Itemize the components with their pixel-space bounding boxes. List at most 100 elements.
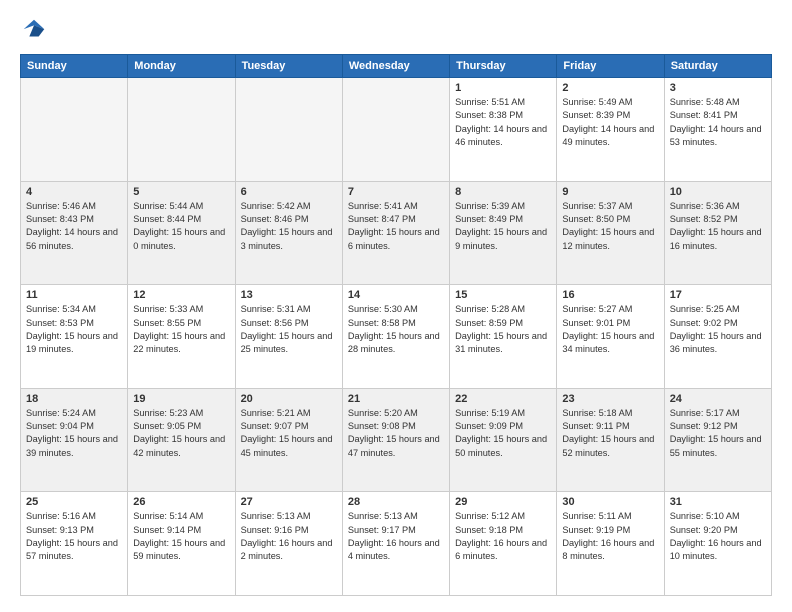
day-info: Sunrise: 5:36 AMSunset: 8:52 PMDaylight:… (670, 200, 766, 253)
table-row: 16 Sunrise: 5:27 AMSunset: 9:01 PMDayligh… (557, 285, 664, 389)
day-number: 14 (348, 289, 444, 301)
table-row: 11 Sunrise: 5:34 AMSunset: 8:53 PMDayligh… (21, 285, 128, 389)
header (20, 16, 772, 44)
day-number: 16 (562, 289, 658, 301)
day-number: 12 (133, 289, 229, 301)
day-info: Sunrise: 5:49 AMSunset: 8:39 PMDaylight:… (562, 96, 658, 149)
day-number: 7 (348, 186, 444, 198)
table-row: 7 Sunrise: 5:41 AMSunset: 8:47 PMDaylight… (342, 181, 449, 285)
table-row (235, 78, 342, 182)
day-number: 13 (241, 289, 337, 301)
day-number: 22 (455, 393, 551, 405)
day-info: Sunrise: 5:37 AMSunset: 8:50 PMDaylight:… (562, 200, 658, 253)
col-monday: Monday (128, 55, 235, 78)
col-wednesday: Wednesday (342, 55, 449, 78)
calendar-table: Sunday Monday Tuesday Wednesday Thursday… (20, 54, 772, 596)
table-row: 17Sunrise: 5:25 AMSunset: 9:02 PMDayligh… (664, 285, 771, 389)
day-info: Sunrise: 5:28 AMSunset: 8:59 PMDaylight:… (455, 303, 551, 356)
day-number: 1 (455, 82, 551, 94)
day-number: 23 (562, 393, 658, 405)
day-number: 20 (241, 393, 337, 405)
table-row: 3 Sunrise: 5:48 AMSunset: 8:41 PMDaylight… (664, 78, 771, 182)
day-info: Sunrise: 5:19 AMSunset: 9:09 PMDaylight:… (455, 407, 551, 460)
col-friday: Friday (557, 55, 664, 78)
table-row: 10 Sunrise: 5:36 AMSunset: 8:52 PMDayligh… (664, 181, 771, 285)
day-number: 2 (562, 82, 658, 94)
day-info: Sunrise: 5:51 AMSunset: 8:38 PMDaylight:… (455, 96, 551, 149)
day-info: Sunrise: 5:20 AMSunset: 9:08 PMDaylight:… (348, 407, 444, 460)
table-row: 19Sunrise: 5:23 AMSunset: 9:05 PMDayligh… (128, 388, 235, 492)
col-tuesday: Tuesday (235, 55, 342, 78)
calendar-week-row: 18Sunrise: 5:24 AMSunset: 9:04 PMDayligh… (21, 388, 772, 492)
calendar-week-row: 25Sunrise: 5:16 AMSunset: 9:13 PMDayligh… (21, 492, 772, 596)
day-number: 24 (670, 393, 766, 405)
table-row: 4Sunrise: 5:46 AMSunset: 8:43 PMDaylight… (21, 181, 128, 285)
table-row (21, 78, 128, 182)
day-info: Sunrise: 5:44 AMSunset: 8:44 PMDaylight:… (133, 200, 229, 253)
table-row: 21 Sunrise: 5:20 AMSunset: 9:08 PMDayligh… (342, 388, 449, 492)
table-row: 2 Sunrise: 5:49 AMSunset: 8:39 PMDaylight… (557, 78, 664, 182)
day-number: 6 (241, 186, 337, 198)
day-number: 29 (455, 496, 551, 508)
day-info: Sunrise: 5:46 AMSunset: 8:43 PMDaylight:… (26, 200, 122, 253)
day-info: Sunrise: 5:33 AMSunset: 8:55 PMDaylight:… (133, 303, 229, 356)
day-number: 31 (670, 496, 766, 508)
table-row: 31 Sunrise: 5:10 AMSunset: 9:20 PMDayligh… (664, 492, 771, 596)
day-info: Sunrise: 5:14 AMSunset: 9:14 PMDaylight:… (133, 510, 229, 563)
table-row (128, 78, 235, 182)
day-number: 21 (348, 393, 444, 405)
day-info: Sunrise: 5:13 AMSunset: 9:16 PMDaylight:… (241, 510, 337, 563)
calendar-week-row: 1 Sunrise: 5:51 AMSunset: 8:38 PMDaylight… (21, 78, 772, 182)
logo-icon (20, 16, 48, 44)
day-info: Sunrise: 5:41 AMSunset: 8:47 PMDaylight:… (348, 200, 444, 253)
table-row: 18Sunrise: 5:24 AMSunset: 9:04 PMDayligh… (21, 388, 128, 492)
day-info: Sunrise: 5:18 AMSunset: 9:11 PMDaylight:… (562, 407, 658, 460)
table-row: 23 Sunrise: 5:18 AMSunset: 9:11 PMDayligh… (557, 388, 664, 492)
table-row: 9 Sunrise: 5:37 AMSunset: 8:50 PMDaylight… (557, 181, 664, 285)
logo (20, 16, 52, 44)
table-row: 26Sunrise: 5:14 AMSunset: 9:14 PMDayligh… (128, 492, 235, 596)
table-row: 25Sunrise: 5:16 AMSunset: 9:13 PMDayligh… (21, 492, 128, 596)
table-row: 14 Sunrise: 5:30 AMSunset: 8:58 PMDayligh… (342, 285, 449, 389)
table-row: 15 Sunrise: 5:28 AMSunset: 8:59 PMDayligh… (450, 285, 557, 389)
table-row: 20 Sunrise: 5:21 AMSunset: 9:07 PMDayligh… (235, 388, 342, 492)
table-row: 24Sunrise: 5:17 AMSunset: 9:12 PMDayligh… (664, 388, 771, 492)
table-row: 5 Sunrise: 5:44 AMSunset: 8:44 PMDaylight… (128, 181, 235, 285)
day-number: 28 (348, 496, 444, 508)
day-number: 18 (26, 393, 122, 405)
calendar-header-row: Sunday Monday Tuesday Wednesday Thursday… (21, 55, 772, 78)
day-info: Sunrise: 5:31 AMSunset: 8:56 PMDaylight:… (241, 303, 337, 356)
day-number: 11 (26, 289, 122, 301)
day-info: Sunrise: 5:34 AMSunset: 8:53 PMDaylight:… (26, 303, 122, 356)
table-row: 27Sunrise: 5:13 AMSunset: 9:16 PMDayligh… (235, 492, 342, 596)
table-row: 29Sunrise: 5:12 AMSunset: 9:18 PMDayligh… (450, 492, 557, 596)
day-number: 5 (133, 186, 229, 198)
table-row: 12 Sunrise: 5:33 AMSunset: 8:55 PMDayligh… (128, 285, 235, 389)
calendar-week-row: 11 Sunrise: 5:34 AMSunset: 8:53 PMDayligh… (21, 285, 772, 389)
table-row: 1 Sunrise: 5:51 AMSunset: 8:38 PMDaylight… (450, 78, 557, 182)
day-number: 9 (562, 186, 658, 198)
day-number: 25 (26, 496, 122, 508)
table-row: 22 Sunrise: 5:19 AMSunset: 9:09 PMDayligh… (450, 388, 557, 492)
day-info: Sunrise: 5:11 AMSunset: 9:19 PMDaylight:… (562, 510, 658, 563)
day-info: Sunrise: 5:10 AMSunset: 9:20 PMDaylight:… (670, 510, 766, 563)
day-info: Sunrise: 5:42 AMSunset: 8:46 PMDaylight:… (241, 200, 337, 253)
day-info: Sunrise: 5:48 AMSunset: 8:41 PMDaylight:… (670, 96, 766, 149)
page: Sunday Monday Tuesday Wednesday Thursday… (0, 0, 792, 612)
table-row: 30 Sunrise: 5:11 AMSunset: 9:19 PMDayligh… (557, 492, 664, 596)
day-info: Sunrise: 5:23 AMSunset: 9:05 PMDaylight:… (133, 407, 229, 460)
day-info: Sunrise: 5:21 AMSunset: 9:07 PMDaylight:… (241, 407, 337, 460)
day-info: Sunrise: 5:25 AMSunset: 9:02 PMDaylight:… (670, 303, 766, 356)
day-info: Sunrise: 5:13 AMSunset: 9:17 PMDaylight:… (348, 510, 444, 563)
day-number: 10 (670, 186, 766, 198)
table-row: 6 Sunrise: 5:42 AMSunset: 8:46 PMDaylight… (235, 181, 342, 285)
col-sunday: Sunday (21, 55, 128, 78)
day-number: 15 (455, 289, 551, 301)
day-number: 30 (562, 496, 658, 508)
day-number: 3 (670, 82, 766, 94)
day-info: Sunrise: 5:30 AMSunset: 8:58 PMDaylight:… (348, 303, 444, 356)
col-saturday: Saturday (664, 55, 771, 78)
calendar-week-row: 4Sunrise: 5:46 AMSunset: 8:43 PMDaylight… (21, 181, 772, 285)
day-info: Sunrise: 5:27 AMSunset: 9:01 PMDaylight:… (562, 303, 658, 356)
day-number: 8 (455, 186, 551, 198)
